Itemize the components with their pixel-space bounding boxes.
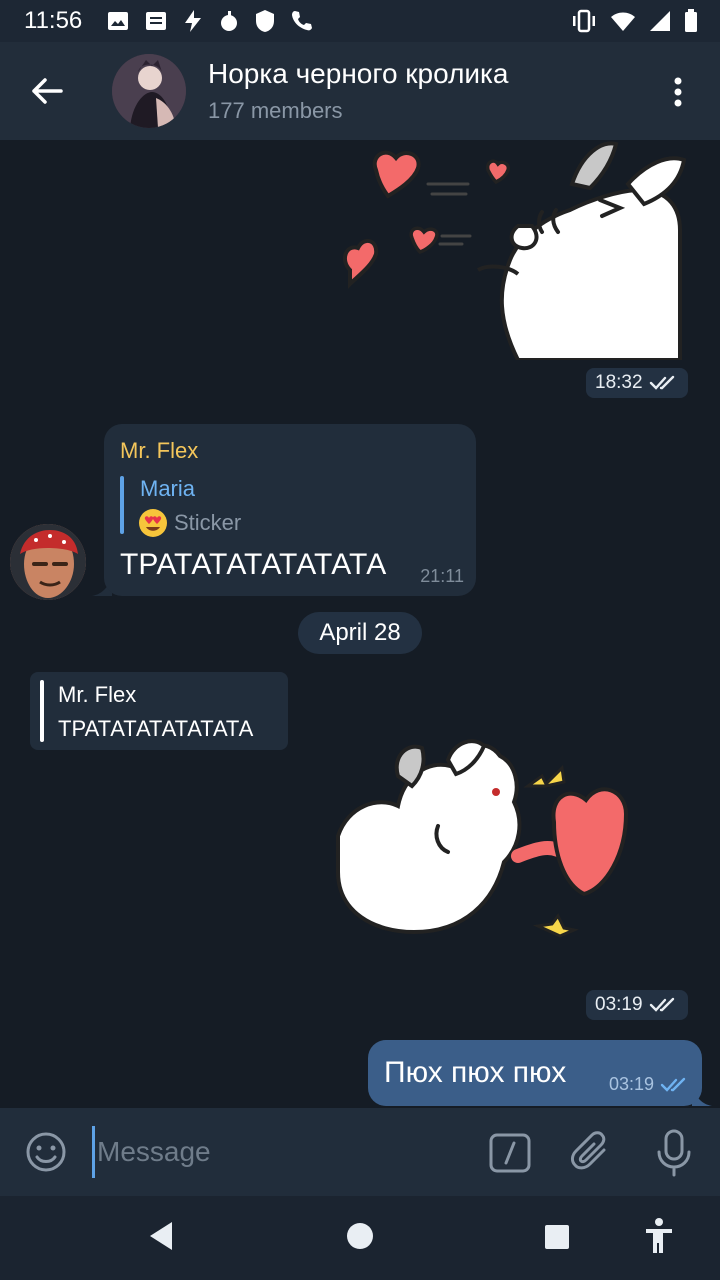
quote-text: ТРАТАТАТАТАТАТА	[58, 716, 254, 741]
vibrate-icon	[573, 9, 595, 33]
status-time: 11:56	[24, 7, 83, 34]
notification-icons	[106, 8, 312, 34]
reply-preview[interactable]: Sticker	[138, 508, 241, 538]
member-count: 177 members	[208, 98, 343, 123]
smiley-icon	[26, 1132, 66, 1172]
message-notification-icon	[146, 12, 166, 30]
rabbit-hearts-sticker-image	[342, 141, 687, 362]
microphone-icon	[657, 1129, 691, 1177]
reply-preview-text: Sticker	[174, 510, 242, 535]
outgoing-message-bubble[interactable]: Пюх пюх пюх 03:19	[368, 1040, 702, 1106]
group-avatar[interactable]	[112, 54, 186, 128]
attach-button[interactable]	[570, 1130, 616, 1176]
sticker-rabbit-punch[interactable]	[328, 736, 644, 976]
sticker-rabbit-hearts[interactable]	[328, 140, 690, 362]
nav-home-icon[interactable]	[346, 1222, 374, 1250]
message-meta: 03:19	[609, 1074, 690, 1095]
emoji-button[interactable]	[24, 1130, 68, 1174]
double-check-icon	[649, 375, 674, 390]
sticker2-time: 03:19	[595, 994, 643, 1015]
sticker1-time: 18:32	[595, 372, 643, 393]
status-bar: 11:56	[0, 0, 720, 42]
accessibility-icon[interactable]	[644, 1216, 674, 1256]
heart-eyes-emoji-icon	[139, 509, 167, 537]
bot-commands-button[interactable]	[488, 1132, 532, 1174]
message-text: Пюх пюх пюх	[384, 1056, 567, 1089]
message-text: ТРАТАТАТАТАТАТА	[120, 548, 387, 581]
message-time: 21:11	[420, 566, 464, 586]
pinned-reply-quote[interactable]: Mr. Flex ТРАТАТАТАТАТАТА	[30, 672, 288, 750]
reply-sender-name[interactable]: Maria	[140, 476, 195, 502]
message-input[interactable]	[92, 1126, 462, 1178]
sticker-timestamp: 18:32	[586, 368, 688, 398]
rabbit-punch-sticker-image	[336, 739, 629, 938]
chat-title: Норка черного кролика	[208, 58, 509, 89]
double-check-icon	[660, 1077, 686, 1092]
signal-icon	[650, 11, 670, 31]
message-composer	[0, 1108, 720, 1196]
wifi-icon	[611, 12, 635, 31]
more-options-button[interactable]	[662, 72, 694, 112]
battery-icon	[685, 9, 697, 32]
chat-header: Норка черного кролика 177 members	[0, 42, 720, 140]
incoming-message-bubble[interactable]: Mr. Flex Maria Sticker ТРАТАТАТАТАТАТА 2…	[104, 424, 476, 596]
sender-name[interactable]: Mr. Flex	[120, 438, 198, 464]
system-navigation-bar	[0, 1196, 720, 1280]
quote-accent-bar	[40, 680, 44, 742]
flash-notification-icon	[185, 10, 201, 32]
shield-notification-icon	[256, 10, 274, 32]
voice-message-button[interactable]	[654, 1128, 694, 1178]
system-status-icons	[570, 8, 698, 34]
bomb-notification-icon	[221, 11, 237, 31]
sender-avatar-image	[10, 524, 86, 600]
back-button[interactable]	[22, 68, 72, 114]
nav-recents-icon[interactable]	[544, 1224, 570, 1250]
nav-back-icon[interactable]	[146, 1220, 176, 1252]
paperclip-icon	[571, 1131, 606, 1170]
slash-command-icon	[489, 1133, 531, 1173]
group-avatar-image	[112, 54, 186, 128]
reply-accent-bar	[120, 476, 124, 534]
sticker-timestamp: 03:19	[586, 990, 688, 1020]
phone-notification-icon	[292, 11, 312, 31]
double-check-icon	[649, 997, 674, 1012]
date-separator: April 28	[298, 612, 422, 654]
more-vertical-icon	[674, 77, 682, 107]
arrow-left-icon	[32, 78, 63, 104]
image-notification-icon	[108, 12, 128, 30]
sender-avatar[interactable]	[10, 524, 86, 600]
message-time: 03:19	[608, 1074, 654, 1094]
quote-sender-name: Mr. Flex	[58, 682, 137, 707]
message-list[interactable]: 18:32 Mr. Flex Maria Sticker ТРАТАТАТАТА…	[0, 140, 720, 1108]
